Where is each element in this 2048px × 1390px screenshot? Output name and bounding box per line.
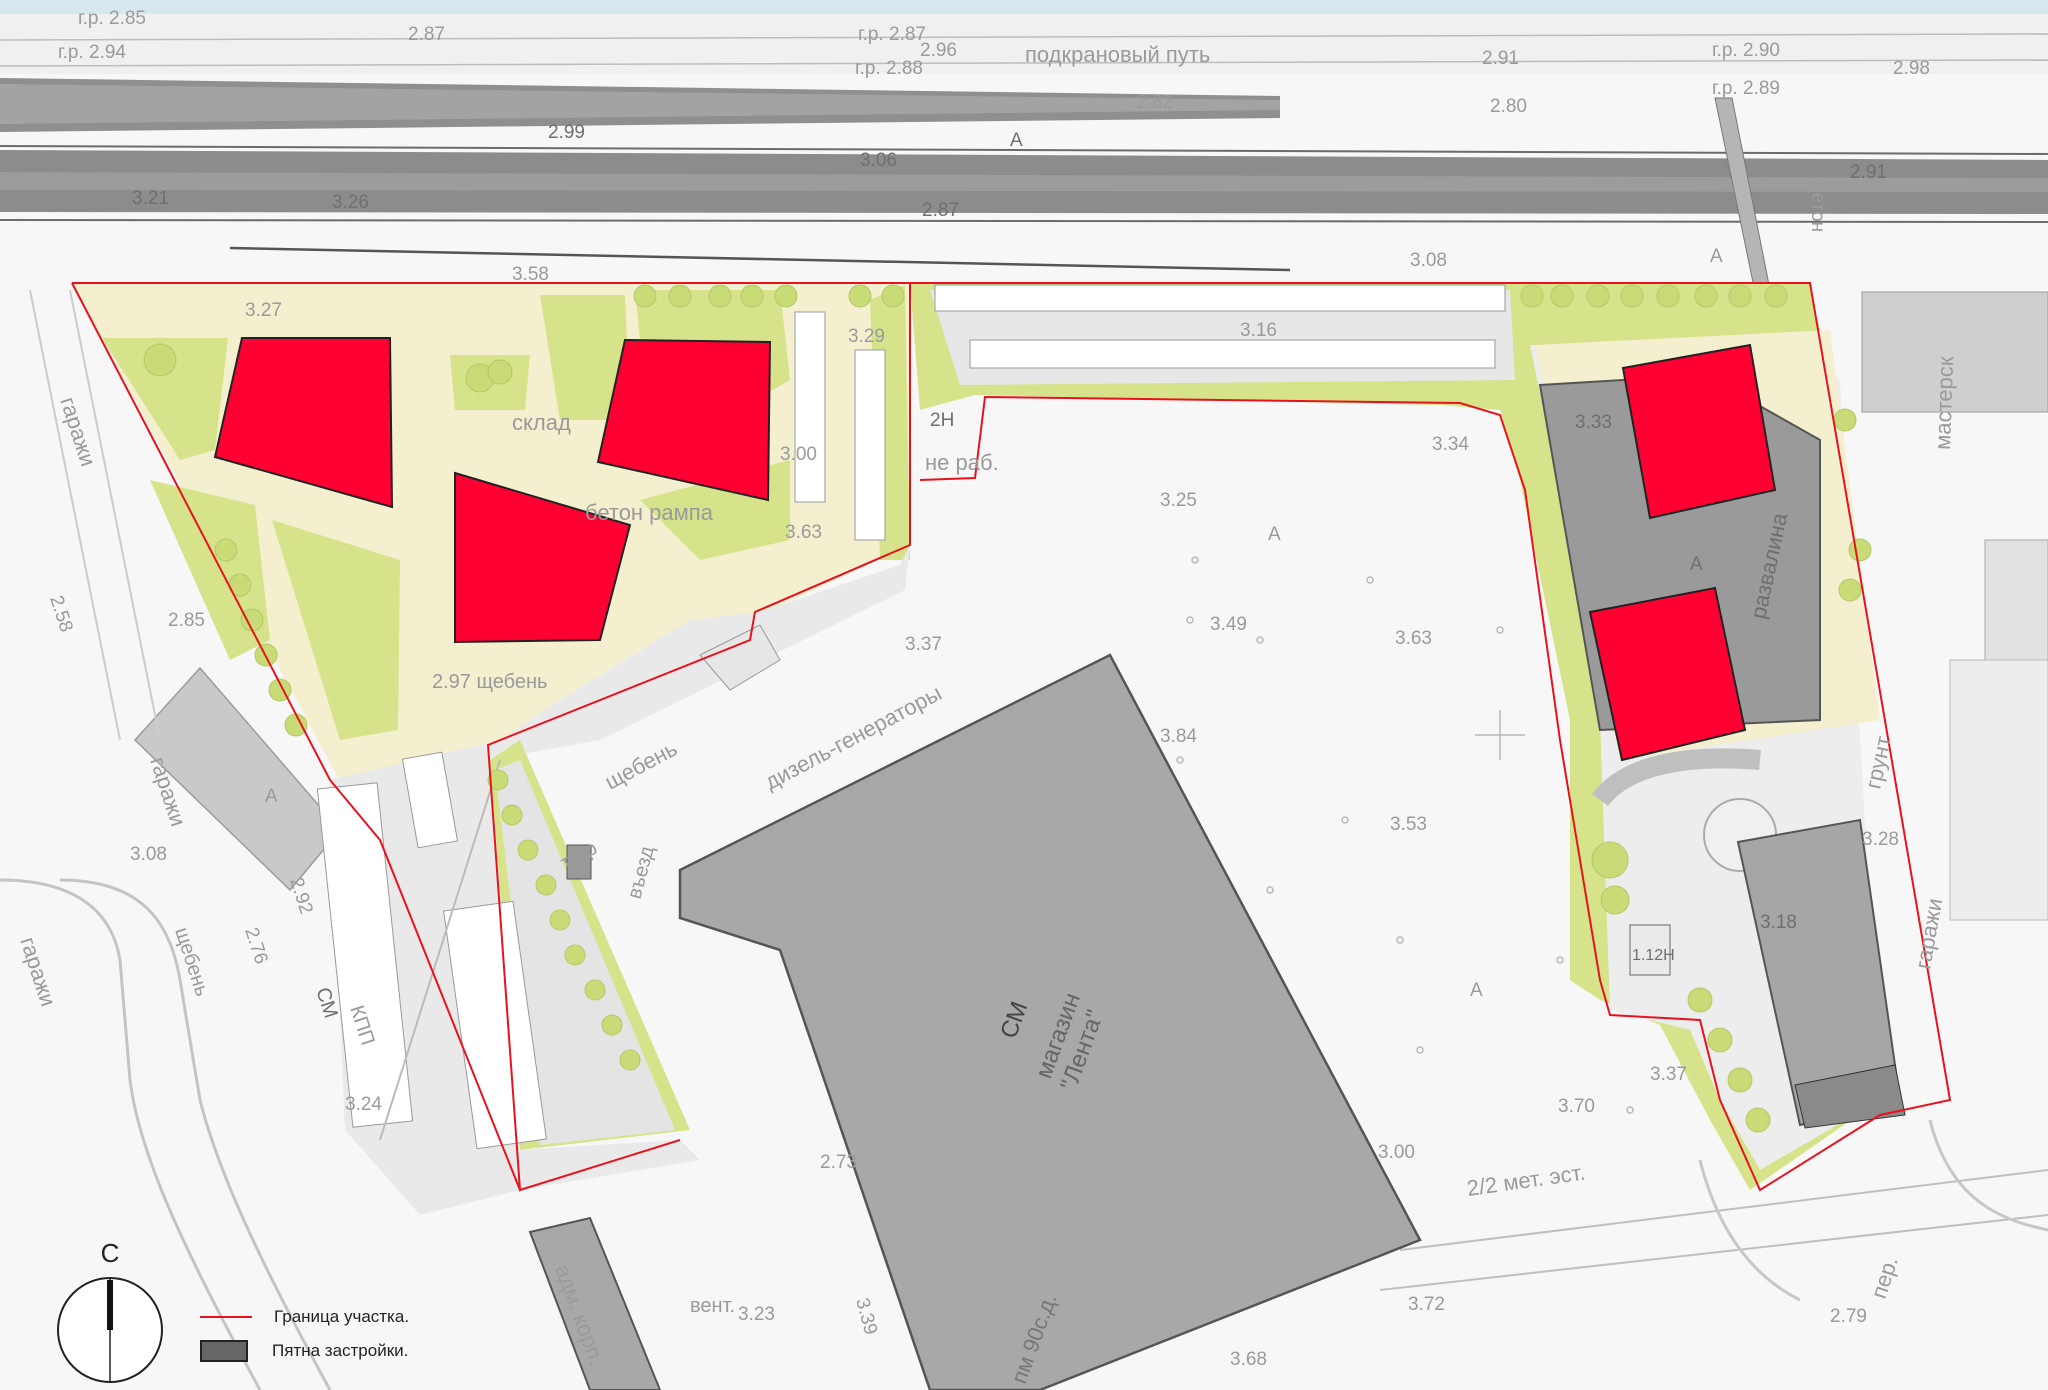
label-elev-353: 3.53 [1390,814,1427,835]
north-letter: С [100,1238,120,1268]
label-elev-276: 2.76 [240,925,271,967]
label-elev-289: г.р. 2.89 [1712,78,1780,99]
label-crane-track: подкрановый путь [1025,42,1210,67]
label-elev-370: 3.70 [1558,1096,1595,1117]
label-met: 2/2 мет. эст. [1465,1160,1586,1201]
label-elev-372: 3.72 [1408,1294,1445,1315]
label-elev-327: 3.27 [245,300,282,321]
legend-label-boundary: Граница участка. [274,1307,410,1326]
label-elev-326: 3.26 [332,192,369,213]
legend-item-footprint: Пятна застройки. [200,1334,409,1368]
label-elev-316: 3.16 [1240,320,1277,341]
label-sm: СМ [311,985,341,1021]
label-road-a-4: А [1690,554,1703,575]
north-arrow: С [52,1238,168,1388]
label-elev-300b: 3.00 [1378,1142,1415,1163]
label-elev-285-l: 2.85 [168,610,205,631]
water-strip [0,0,2048,14]
label-elev-296: 2.96 [920,40,957,61]
label-elev-363b: 3.63 [1395,628,1432,649]
label-masters: мастерск [1930,356,1958,450]
label-per: пер. [1866,1253,1903,1301]
label-elev-306: 3.06 [860,150,897,171]
label-soil: грунт [1860,734,1896,791]
label-road-a-1: А [1010,130,1023,151]
label-elev-349: 3.49 [1210,614,1247,635]
label-elev-337b: 3.37 [1650,1064,1687,1085]
label-entrance: въезд [624,844,659,902]
legend-label-footprint: Пятна застройки. [272,1341,409,1360]
site-plan-map: подкрановый путь г.р. 2.85 2.87 г.р. 2.9… [0,0,2048,1390]
label-elev-308-l: 3.08 [130,844,167,865]
label-garages-r: гаражи [1910,896,1947,971]
label-elev-285: г.р. 2.85 [78,8,146,29]
parking-top-2 [969,339,1496,369]
label-elev-308: 3.08 [1410,250,1447,271]
legend: Граница участка. Пятна застройки. [200,1300,409,1368]
compass-circle [57,1277,163,1383]
label-elev-297-gravel: 2.97 щебень [432,671,547,693]
label-elev-291-r: 2.91 [1850,162,1887,183]
label-elev-333: 3.33 [1575,412,1612,433]
label-not-working: не раб. [925,450,999,475]
label-elev-328: 3.28 [1862,829,1899,850]
label-elev-325: 3.25 [1160,490,1197,511]
label-elev-292: 2.92 [285,875,316,917]
legend-item-boundary: Граница участка. [200,1300,409,1334]
label-garages-mid: гаражи [15,934,61,1010]
map-canvas: подкрановый путь г.р. 2.85 2.87 г.р. 2.9… [0,0,2048,1390]
label-garages-l: гаражи [55,394,101,470]
label-elev-300: 3.00 [780,444,817,465]
label-elev-287-mid: 2.87 [922,200,959,221]
label-road-a-6: А [1470,980,1483,1001]
label-bldg-112: 1.12Н [1632,947,1675,964]
label-concrete-ramp: бетон рампа [585,500,714,525]
footprint-4 [1621,343,1777,520]
label-elev-287b: г.р. 2.87 [858,24,926,45]
label-elev-337: 3.37 [905,634,942,655]
label-elev-323: 3.23 [738,1304,775,1325]
label-elev-299: 2.99 [548,122,585,143]
footprint-swatch [200,1340,248,1362]
parking-top-1 [934,284,1506,312]
label-elev-339: 3.39 [851,1296,881,1337]
label-elev-358: 3.58 [512,264,549,285]
boundary-line-swatch [200,1316,252,1318]
label-elev-288: г.р. 2.88 [855,58,923,79]
label-vent: вент. [690,1295,735,1317]
label-elev-321: 3.21 [132,188,169,209]
label-elev-291-top: 2.91 [1482,48,1519,69]
label-road-a-3: А [1268,524,1281,545]
label-road-a-2: А [1710,246,1723,267]
label-road-a-5: А [265,786,278,807]
label-elev-363: 3.63 [785,522,822,543]
label-elev-318: 3.18 [1760,912,1797,933]
label-warehouse: склад [512,410,571,435]
label-elev-280: 2.80 [1490,96,1527,117]
label-elev-334: 3.34 [1432,434,1469,455]
label-elev-258: 2.58 [45,593,76,635]
label-concrete: бетон [1807,182,1828,232]
label-elev-279: 2.79 [1830,1306,1867,1327]
label-gravel-top: щебень [601,736,682,795]
label-elev-287-top: 2.87 [408,24,445,45]
label-elev-290: г.р. 2.90 [1712,40,1780,61]
label-elev-324: 3.24 [345,1094,382,1115]
label-elev-294: г.р. 2.94 [58,42,126,63]
label-elev-368: 3.68 [1230,1349,1267,1370]
label-elev-298: 2.98 [1893,58,1930,79]
label-elev-282: 2.82 [1136,92,1173,113]
label-elev-329: 3.29 [848,326,885,347]
label-elev-384: 3.84 [1160,726,1197,747]
label-elev-273: 2.73 [820,1152,857,1173]
label-bldg-2n: 2Н [930,410,954,431]
